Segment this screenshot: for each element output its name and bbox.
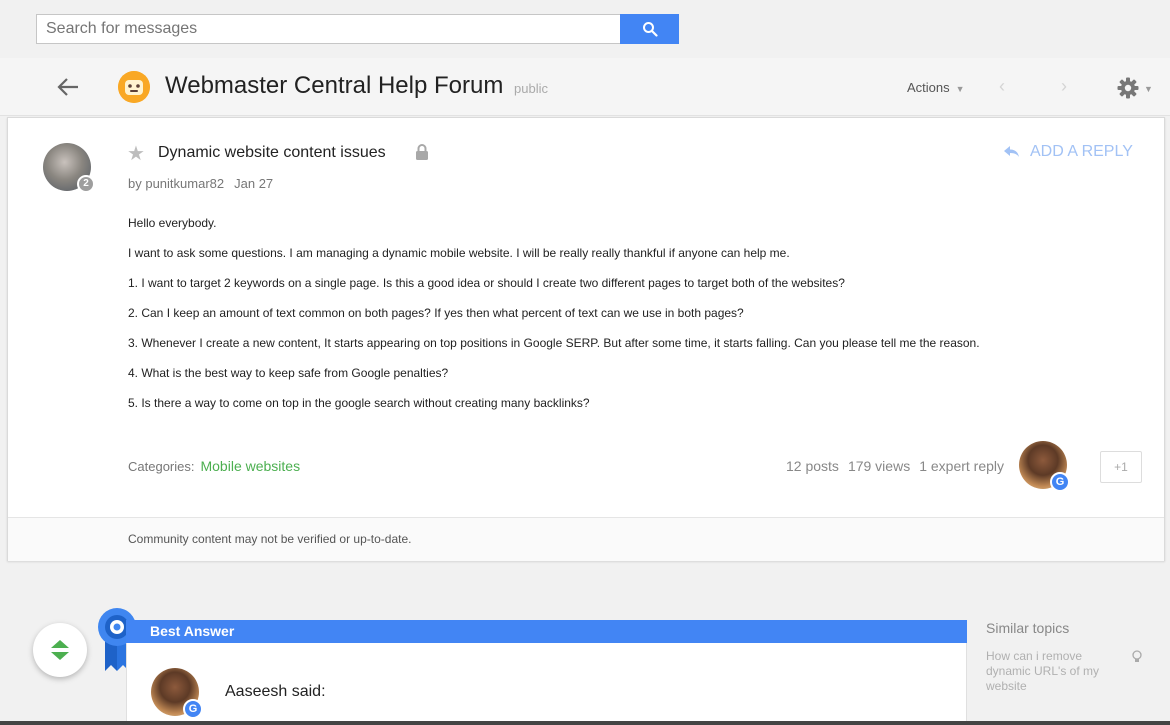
expand-collapse-icon bbox=[51, 640, 69, 660]
author-level-badge: 2 bbox=[77, 175, 95, 193]
previous-topic-button[interactable]: ‹ bbox=[999, 76, 1005, 97]
post-count: 12 posts bbox=[786, 458, 839, 474]
scroll-toggle-button[interactable] bbox=[33, 623, 87, 677]
search-icon bbox=[642, 22, 658, 37]
bottom-edge bbox=[0, 721, 1170, 725]
post-paragraph: Hello everybody. bbox=[128, 216, 217, 230]
plus-one-button[interactable]: +1 bbox=[1100, 451, 1142, 483]
google-expert-badge-icon: G bbox=[1050, 472, 1070, 492]
forum-header: Webmaster Central Help Forum public Acti… bbox=[0, 58, 1170, 116]
forum-visibility-label: public bbox=[514, 81, 548, 96]
search-input[interactable] bbox=[36, 14, 620, 44]
post-paragraph: 4. What is the best way to keep safe fro… bbox=[128, 366, 449, 380]
post-body: Hello everybody. I want to ask some ques… bbox=[128, 215, 1148, 425]
lock-icon bbox=[416, 144, 428, 160]
card-footer: Community content may not be verified or… bbox=[8, 517, 1164, 561]
categories-label: Categories: bbox=[128, 459, 195, 474]
star-icon[interactable]: ★ bbox=[127, 141, 145, 166]
category-link[interactable]: Mobile websites bbox=[200, 458, 300, 474]
settings-chevron-down-icon[interactable]: ▼ bbox=[1144, 84, 1153, 94]
post-date: Jan 27 bbox=[234, 176, 274, 191]
forum-title[interactable]: Webmaster Central Help Forum bbox=[165, 72, 503, 100]
gear-icon[interactable] bbox=[1117, 77, 1139, 99]
post-stats: 12 posts 179 views 1 expert reply bbox=[786, 458, 1013, 474]
view-count: 179 views bbox=[847, 458, 911, 474]
post-card: 2 ★ Dynamic website content issues by pu… bbox=[7, 117, 1165, 561]
post-title: Dynamic website content issues bbox=[158, 144, 386, 161]
author-name[interactable]: punitkumar82 bbox=[145, 176, 224, 191]
best-answer-header: Best Answer bbox=[126, 620, 967, 643]
post-paragraph: 1. I want to target 2 keywords on a sing… bbox=[128, 276, 845, 290]
add-reply-label: ADD A REPLY bbox=[1030, 143, 1133, 160]
actions-label: Actions bbox=[907, 80, 950, 95]
similar-topic-link[interactable]: How can i remove dynamic URL's of my web… bbox=[986, 649, 1116, 694]
lightbulb-icon bbox=[1132, 650, 1142, 662]
byline-by: by bbox=[128, 176, 146, 191]
chevron-down-icon: ▼ bbox=[955, 84, 965, 94]
add-reply-button[interactable]: ADD A REPLY bbox=[1004, 143, 1133, 161]
similar-topics-heading: Similar topics bbox=[986, 620, 1070, 636]
post-categories: Categories: Mobile websites bbox=[128, 458, 300, 474]
community-disclaimer: Community content may not be verified or… bbox=[128, 532, 412, 546]
forum-logo-icon bbox=[118, 71, 150, 103]
post-paragraph: 2. Can I keep an amount of text common o… bbox=[128, 306, 744, 320]
expert-reply-count[interactable]: 1 expert reply bbox=[919, 458, 1004, 474]
search-bar bbox=[36, 14, 679, 44]
answer-author-said: Aaseesh said: bbox=[225, 683, 326, 700]
google-expert-badge-icon: G bbox=[183, 699, 203, 719]
actions-menu[interactable]: Actions ▼ bbox=[907, 80, 965, 95]
back-arrow-icon[interactable] bbox=[56, 75, 82, 99]
best-answer-card: G Aaseesh said: bbox=[126, 643, 967, 725]
post-byline: by punitkumar82 Jan 27 bbox=[128, 176, 273, 191]
reply-icon bbox=[1004, 146, 1019, 157]
search-button[interactable] bbox=[620, 14, 679, 44]
post-paragraph: 3. Whenever I create a new content, It s… bbox=[128, 336, 980, 350]
post-paragraph: 5. Is there a way to come on top in the … bbox=[128, 396, 590, 410]
next-topic-button[interactable]: › bbox=[1061, 76, 1067, 97]
post-paragraph: I want to ask some questions. I am manag… bbox=[128, 246, 790, 260]
